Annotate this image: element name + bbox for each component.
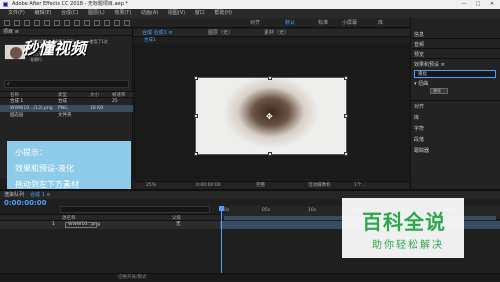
timeline-footer: 切换开关/模式 — [0, 273, 500, 281]
menu-animation[interactable]: 动画(A) — [141, 10, 158, 16]
layer-columns-header: 源名称 父级 — [0, 214, 220, 221]
selection-tool-icon[interactable] — [14, 20, 20, 26]
pen-tool-icon[interactable] — [84, 20, 90, 26]
workspace-standard[interactable]: 标准 — [318, 19, 328, 26]
tab-layer[interactable]: 图层（无） — [208, 29, 233, 37]
divider — [410, 58, 500, 59]
rotate-tool-icon[interactable] — [44, 20, 50, 26]
divider — [410, 38, 500, 39]
viewer-controls: 25% 0:00:00:00 完整 活动摄像机 1个... — [134, 181, 410, 189]
layer-index: 1 — [52, 222, 55, 227]
layer-name-box[interactable] — [65, 222, 97, 228]
ruler-mark: 10s — [308, 208, 317, 213]
timeline-timecode[interactable]: 0:00:00:00 — [4, 199, 47, 207]
project-search-input[interactable]: ⌕ — [4, 80, 129, 88]
timeline-search-input[interactable] — [60, 206, 210, 213]
text-tool-icon[interactable] — [94, 20, 100, 26]
project-row[interactable]: 合成 1 合成 25 — [0, 98, 133, 105]
project-row[interactable]: 固态层 文件夹 — [0, 112, 133, 119]
brush-tool-icon[interactable] — [104, 20, 110, 26]
comp-navigator-item[interactable]: 合成1 — [144, 37, 156, 44]
zoom-tool-icon[interactable] — [34, 20, 40, 26]
ruler-mark: 05s — [262, 208, 271, 213]
menu-effect[interactable]: 效果(T) — [114, 10, 131, 16]
pan-behind-tool-icon[interactable] — [64, 20, 70, 26]
transform-handle[interactable] — [344, 152, 348, 156]
baike-logo-text: 百科全说 — [362, 210, 446, 234]
transform-handle[interactable] — [194, 114, 198, 118]
menu-bar: 文件(F) 编辑(E) 合成(C) 图层(L) 效果(T) 动画(A) 视图(V… — [0, 9, 500, 18]
transform-handle[interactable] — [194, 152, 198, 156]
eraser-tool-icon[interactable] — [124, 20, 130, 26]
menu-edit[interactable]: 编辑(E) — [34, 10, 51, 16]
menu-composition[interactable]: 合成(C) — [61, 10, 78, 16]
layer-parent[interactable]: 无 — [176, 221, 181, 229]
ruler-mark: 0s — [224, 208, 230, 213]
transform-handle[interactable] — [194, 76, 198, 80]
rectangle-tool-icon[interactable] — [74, 20, 80, 26]
minimize-button[interactable]: — — [458, 0, 470, 9]
project-row[interactable]: WWW10...(13).png PNG 18 KB — [0, 105, 133, 112]
workspace-libraries[interactable]: 库 — [378, 19, 383, 26]
transform-handle[interactable] — [344, 114, 348, 118]
hand-tool-icon[interactable] — [24, 20, 30, 26]
transform-handle[interactable] — [268, 152, 272, 156]
liquify-effect-label: 液化 — [433, 88, 441, 93]
menu-help[interactable]: 帮助(H) — [214, 10, 232, 16]
menu-layer[interactable]: 图层(L) — [88, 10, 105, 16]
panel-effects-presets[interactable]: 效果和预设 ≡ — [414, 61, 445, 68]
baike-slogan: 助你轻松解决 — [372, 240, 444, 251]
divider — [410, 48, 500, 49]
composition-canvas[interactable]: ✥ — [194, 76, 348, 156]
clone-tool-icon[interactable] — [114, 20, 120, 26]
camera-tool-icon[interactable] — [54, 20, 60, 26]
close-button[interactable]: ✕ — [486, 0, 498, 9]
distort-group[interactable]: ▾ 扭曲 — [414, 80, 428, 87]
tip-line-1: 小提示： — [15, 148, 47, 157]
app-logo-icon — [3, 2, 8, 7]
anchor-point-icon[interactable]: ✥ — [266, 112, 273, 121]
baike-watermark: 百科全说 助你轻松解决 — [342, 198, 464, 258]
menu-file[interactable]: 文件(F) — [8, 10, 25, 16]
workspace-align[interactable]: 对齐 — [250, 19, 260, 26]
video-watermark: 秒懂视频 — [22, 39, 87, 58]
composition-navigator: 合成1 — [134, 37, 410, 44]
panel-preview[interactable]: 预览 — [414, 51, 424, 58]
panel-libraries[interactable]: 库 — [414, 114, 419, 121]
divider — [410, 100, 500, 101]
layer-row[interactable]: 1 WWW10...png 无 — [0, 221, 220, 229]
workspace-default[interactable]: 默认 — [285, 19, 295, 26]
transform-handle[interactable] — [268, 76, 272, 80]
panel-audio[interactable]: 音频 — [414, 41, 424, 48]
effects-search-value: 液化 — [418, 72, 427, 77]
tab-render-queue[interactable]: 渲染队列 — [4, 191, 24, 199]
tab-composition[interactable]: 合成 合成1 ≡ — [142, 29, 173, 37]
window-title-bar: Adobe After Effects CC 2018 - 无标题项目.aep … — [0, 0, 500, 9]
menu-window[interactable]: 窗口 — [195, 10, 205, 16]
viewer-tabs: 合成 合成1 ≡ 图层（无） 素材（无） — [134, 29, 410, 37]
playhead[interactable] — [221, 206, 222, 281]
transform-handle[interactable] — [344, 76, 348, 80]
tab-footage[interactable]: 素材（无） — [264, 29, 289, 37]
panel-character[interactable]: 字符 — [414, 125, 424, 132]
home-tool-icon[interactable] — [4, 20, 10, 26]
tip-line-2: 效果和预设-液化 — [15, 164, 74, 173]
workspace-small-screen[interactable]: 小屏幕 — [342, 19, 357, 26]
window-title: Adobe After Effects CC 2018 - 无标题项目.aep … — [12, 1, 128, 7]
panel-tracker[interactable]: 跟踪器 — [414, 147, 429, 154]
effects-search-input[interactable]: 液化 — [414, 70, 496, 78]
maximize-button[interactable]: □ — [472, 0, 484, 9]
panel-info[interactable]: 信息 — [414, 31, 424, 38]
playhead-handle[interactable] — [219, 206, 224, 211]
search-icon: ⌕ — [7, 81, 10, 87]
menu-view[interactable]: 视图(V) — [168, 10, 185, 16]
project-columns-header: 名称 类型 大小 帧速率 — [0, 91, 133, 98]
panel-align[interactable]: 对齐 — [414, 103, 424, 110]
panel-paragraph[interactable]: 段落 — [414, 136, 424, 143]
tab-comp-1[interactable]: 合成 1 ≡ — [30, 191, 51, 199]
